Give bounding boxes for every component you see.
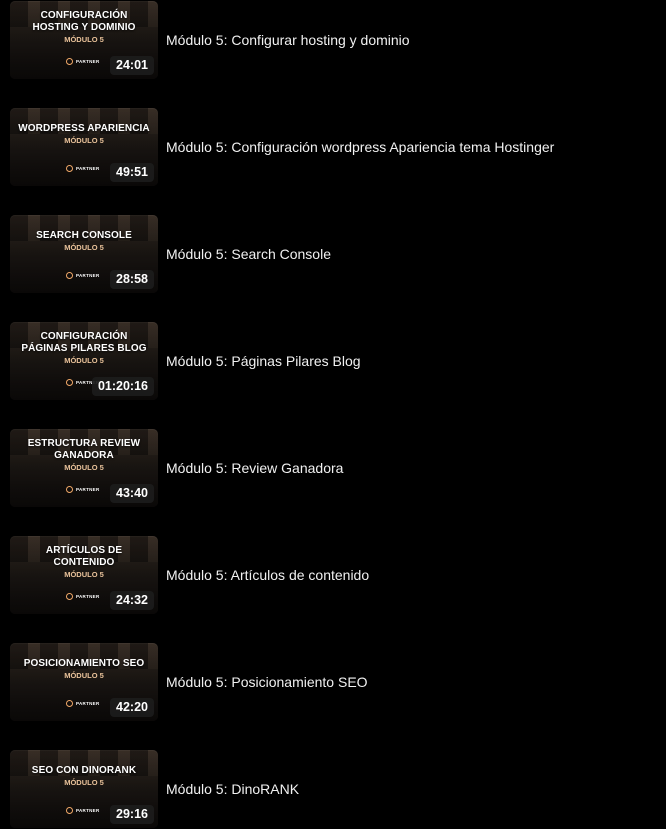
thumbnail-title: CONFIGURACIÓN HOSTING Y DOMINIO [32,10,136,33]
video-thumbnail[interactable]: SEO CON DINORANK MÓDULO 5 PARTNER 29:16 [10,750,158,828]
duration-badge: 42:20 [110,698,154,717]
partner-logo: PARTNER [66,807,100,814]
duration-badge: 29:16 [110,805,154,824]
partner-logo: PARTNER [66,593,100,600]
video-title[interactable]: Módulo 5: Posicionamiento SEO [166,673,368,691]
thumbnail-module-label: MÓDULO 5 [64,243,104,252]
thumbnail-module-label: MÓDULO 5 [64,671,104,680]
video-title[interactable]: Módulo 5: Configurar hosting y dominio [166,31,410,49]
duration-badge: 01:20:16 [91,377,154,396]
video-item[interactable]: SEO CON DINORANK MÓDULO 5 PARTNER 29:16 … [10,749,660,829]
video-item[interactable]: POSICIONAMIENTO SEO MÓDULO 5 PARTNER 42:… [10,642,660,722]
video-title[interactable]: Módulo 5: Páginas Pilares Blog [166,352,361,370]
partner-ring-icon [66,165,73,172]
video-item[interactable]: CONFIGURACIÓN PÁGINAS PILARES BLOG MÓDUL… [10,321,660,401]
duration-badge: 49:51 [110,163,154,182]
thumbnail-title: ESTRUCTURA REVIEW GANADORA [27,438,141,461]
thumbnail-title: SEARCH CONSOLE [36,230,132,241]
partner-logo: PARTNER [66,700,100,707]
video-item[interactable]: ARTÍCULOS DE CONTENIDO MÓDULO 5 PARTNER … [10,535,660,615]
partner-ring-icon [66,700,73,707]
video-thumbnail[interactable]: POSICIONAMIENTO SEO MÓDULO 5 PARTNER 42:… [10,643,158,721]
thumbnail-module-label: MÓDULO 5 [64,136,104,145]
video-thumbnail[interactable]: SEARCH CONSOLE MÓDULO 5 PARTNER 28:58 [10,215,158,293]
partner-ring-icon [66,379,73,386]
video-title[interactable]: Módulo 5: Artículos de contenido [166,566,369,584]
video-thumbnail[interactable]: ARTÍCULOS DE CONTENIDO MÓDULO 5 PARTNER … [10,536,158,614]
thumbnail-title: ARTÍCULOS DE CONTENIDO [45,545,123,568]
partner-ring-icon [66,486,73,493]
thumbnail-module-label: MÓDULO 5 [64,35,104,44]
partner-ring-icon [66,807,73,814]
thumbnail-module-label: MÓDULO 5 [64,778,104,787]
thumbnail-module-label: MÓDULO 5 [64,570,104,579]
partner-ring-icon [66,58,73,65]
duration-badge: 43:40 [110,484,154,503]
partner-ring-icon [66,593,73,600]
video-title[interactable]: Módulo 5: Configuración wordpress Aparie… [166,138,554,156]
duration-badge: 24:01 [110,56,154,75]
partner-logo: PARTNER [66,165,100,172]
duration-badge: 28:58 [110,270,154,289]
partner-logo: PARTNER [66,486,100,493]
partner-ring-icon [66,272,73,279]
video-title[interactable]: Módulo 5: DinoRANK [166,780,299,798]
video-item[interactable]: WORDPRESS APARIENCIA MÓDULO 5 PARTNER 49… [10,107,660,187]
duration-badge: 24:32 [110,591,154,610]
video-thumbnail[interactable]: ESTRUCTURA REVIEW GANADORA MÓDULO 5 PART… [10,429,158,507]
video-item[interactable]: CONFIGURACIÓN HOSTING Y DOMINIO MÓDULO 5… [10,0,660,80]
thumbnail-module-label: MÓDULO 5 [64,463,104,472]
partner-logo: PARTNER [66,272,100,279]
video-thumbnail[interactable]: WORDPRESS APARIENCIA MÓDULO 5 PARTNER 49… [10,108,158,186]
partner-logo: PARTNER [66,58,100,65]
video-list: CONFIGURACIÓN HOSTING Y DOMINIO MÓDULO 5… [0,0,666,828]
video-title[interactable]: Módulo 5: Review Ganadora [166,459,343,477]
video-item[interactable]: SEARCH CONSOLE MÓDULO 5 PARTNER 28:58 Mó… [10,214,660,294]
thumbnail-title: CONFIGURACIÓN PÁGINAS PILARES BLOG [21,331,147,354]
video-thumbnail[interactable]: CONFIGURACIÓN PÁGINAS PILARES BLOG MÓDUL… [10,322,158,400]
video-title[interactable]: Módulo 5: Search Console [166,245,331,263]
thumbnail-module-label: MÓDULO 5 [64,356,104,365]
thumbnail-title: WORDPRESS APARIENCIA [18,123,150,134]
thumbnail-title: POSICIONAMIENTO SEO [23,658,145,669]
video-item[interactable]: ESTRUCTURA REVIEW GANADORA MÓDULO 5 PART… [10,428,660,508]
video-thumbnail[interactable]: CONFIGURACIÓN HOSTING Y DOMINIO MÓDULO 5… [10,1,158,79]
thumbnail-title: SEO CON DINORANK [31,765,137,776]
